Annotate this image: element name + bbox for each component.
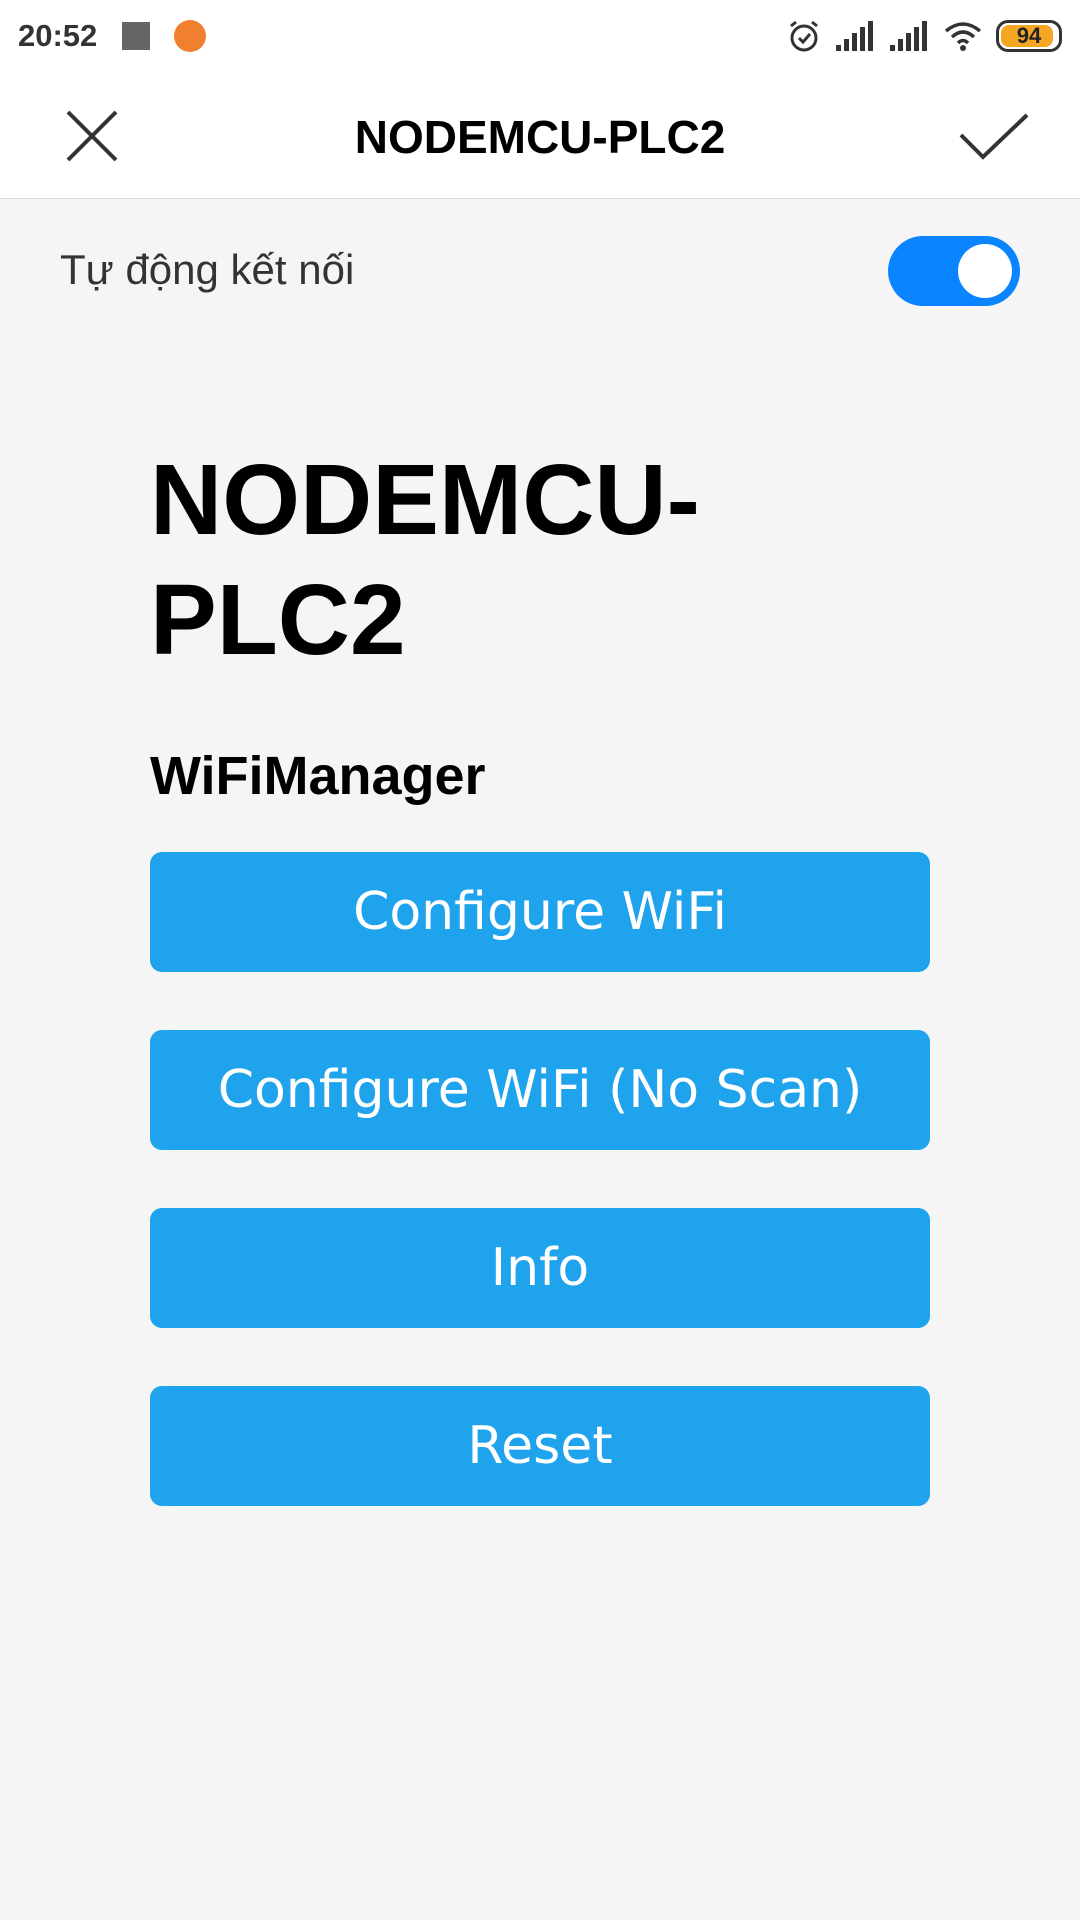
auto-connect-label: Tự động kết nối <box>60 246 355 293</box>
button-list: Configure WiFi Configure WiFi (No Scan) … <box>150 852 930 1506</box>
check-icon <box>959 113 1029 160</box>
wifi-icon <box>944 22 982 51</box>
app-notification-icon <box>174 20 206 52</box>
app-bar: NODEMCU-PLC2 <box>0 72 1080 199</box>
close-icon <box>66 110 118 162</box>
status-time: 20:52 <box>18 18 98 53</box>
toggle-knob <box>958 244 1012 298</box>
auto-connect-row: Tự động kết nối <box>0 198 1080 348</box>
manager-heading: WiFiManager <box>150 746 486 806</box>
signal-icon <box>890 21 927 51</box>
configure-wifi-no-scan-button[interactable]: Configure WiFi (No Scan) <box>150 1030 930 1150</box>
device-title: NODEMCU-PLC2 <box>150 444 700 676</box>
battery-icon: 94 <box>996 20 1062 52</box>
battery-level: 94 <box>1016 23 1042 48</box>
confirm-button[interactable] <box>950 92 1038 180</box>
info-button[interactable]: Info <box>150 1208 930 1328</box>
page-title: NODEMCU-PLC2 <box>354 111 726 163</box>
close-button[interactable] <box>48 92 136 180</box>
status-bar: 20:52 94 <box>0 0 1080 72</box>
signal-icon <box>836 21 873 51</box>
status-icons: 94 <box>786 16 1062 56</box>
reset-button[interactable]: Reset <box>150 1386 930 1506</box>
stop-square-icon <box>122 22 150 50</box>
alarm-icon <box>790 20 818 52</box>
configure-wifi-button[interactable]: Configure WiFi <box>150 852 930 972</box>
auto-connect-toggle[interactable] <box>888 236 1020 306</box>
portal-content: NODEMCU-PLC2 WiFiManager Configure WiFi … <box>150 440 930 1564</box>
